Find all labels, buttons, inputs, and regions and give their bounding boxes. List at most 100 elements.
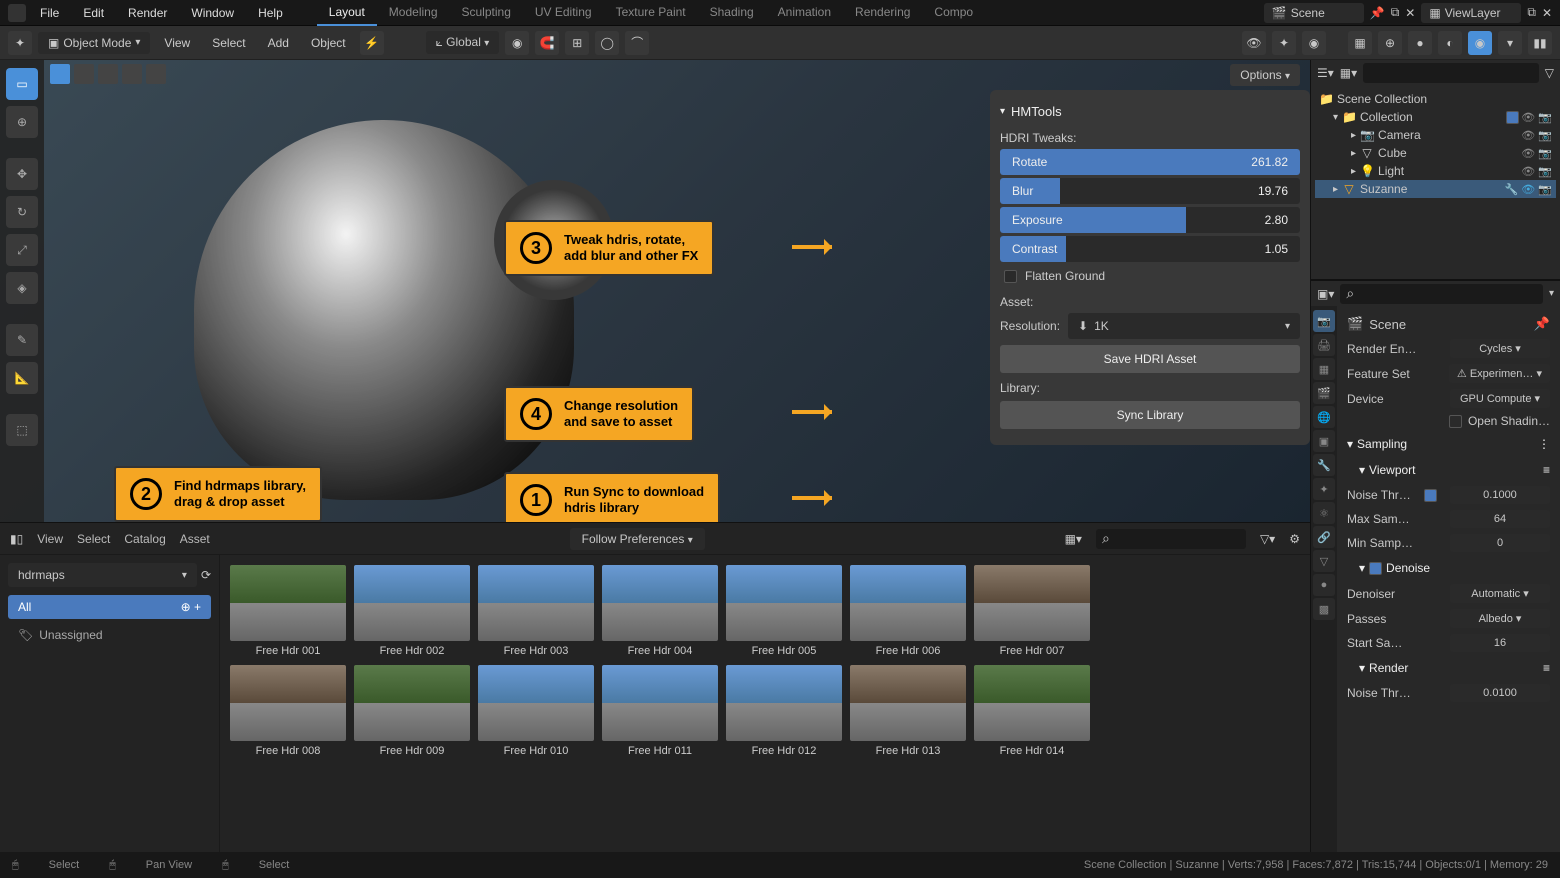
sampling-panel-header[interactable]: ▾ Sampling⋮ bbox=[1343, 431, 1554, 457]
asset-item[interactable]: Free Hdr 006 bbox=[850, 565, 966, 657]
menu-view[interactable]: View bbox=[156, 32, 198, 54]
shading-matprev-icon[interactable]: ◐ bbox=[1438, 31, 1462, 55]
material-tab-icon[interactable]: ● bbox=[1313, 574, 1335, 596]
min-samples-input[interactable]: 0 bbox=[1450, 534, 1550, 552]
asset-item[interactable]: Free Hdr 012 bbox=[726, 665, 842, 757]
tab-rendering[interactable]: Rendering bbox=[843, 0, 922, 26]
add-cube-tool-icon[interactable]: ⬚ bbox=[6, 414, 38, 446]
menu-render[interactable]: Render bbox=[118, 2, 177, 24]
library-selector[interactable]: hdrmaps ▾ bbox=[8, 563, 197, 587]
overlay-icon[interactable]: ◉ bbox=[1302, 31, 1326, 55]
settings-icon[interactable]: ⚙ bbox=[1289, 532, 1300, 546]
denoiser-dropdown[interactable]: Automatic ▾ bbox=[1450, 584, 1550, 603]
object-tab-icon[interactable]: ▣ bbox=[1313, 430, 1335, 452]
proportional-falloff-icon[interactable]: ⌒ bbox=[625, 31, 649, 55]
denoise-panel-header[interactable]: ▾ Denoise bbox=[1343, 555, 1554, 581]
menu-object[interactable]: Object bbox=[303, 32, 354, 54]
editor-type-icon[interactable]: ☰▾ bbox=[1317, 66, 1334, 80]
scene-selector[interactable]: 🎬 Scene bbox=[1264, 3, 1364, 23]
copy-icon[interactable]: ⧉ bbox=[1527, 5, 1536, 20]
select-mode-icon[interactable] bbox=[122, 64, 142, 84]
asset-item[interactable]: Free Hdr 011 bbox=[602, 665, 718, 757]
search-input[interactable] bbox=[1096, 529, 1246, 549]
close-icon[interactable]: ✕ bbox=[1405, 6, 1415, 20]
tab-modeling[interactable]: Modeling bbox=[377, 0, 450, 26]
import-method-dropdown[interactable]: Follow Preferences ▾ bbox=[570, 528, 705, 550]
tab-animation[interactable]: Animation bbox=[766, 0, 843, 26]
texture-tab-icon[interactable]: ▩ bbox=[1313, 598, 1335, 620]
menu-catalog[interactable]: Catalog bbox=[124, 532, 165, 546]
xray-icon[interactable]: ▦ bbox=[1348, 31, 1372, 55]
editor-type-icon[interactable]: ▮▯ bbox=[10, 532, 23, 546]
device-dropdown[interactable]: GPU Compute ▾ bbox=[1450, 389, 1550, 408]
viewport-panel-header[interactable]: ▾ Viewport≡ bbox=[1343, 457, 1554, 483]
menu-select[interactable]: Select bbox=[204, 32, 253, 54]
asset-item[interactable]: Free Hdr 003 bbox=[478, 565, 594, 657]
asset-item[interactable]: Free Hdr 002 bbox=[354, 565, 470, 657]
copy-icon[interactable]: ⧉ bbox=[1391, 5, 1400, 20]
scale-tool-icon[interactable]: ⤢ bbox=[6, 234, 38, 266]
menu-file[interactable]: File bbox=[30, 2, 69, 24]
tab-texture-paint[interactable]: Texture Paint bbox=[604, 0, 698, 26]
resolution-dropdown[interactable]: ⬇ 1K ▾ bbox=[1068, 313, 1300, 339]
catalog-all[interactable]: All ⊕ + bbox=[8, 595, 211, 619]
orientation-selector[interactable]: ⟀ Global ▾ bbox=[426, 31, 500, 54]
filter-icon[interactable]: ▽▾ bbox=[1260, 532, 1275, 546]
pivot-icon[interactable]: ◉ bbox=[505, 31, 529, 55]
asset-item[interactable]: Free Hdr 010 bbox=[478, 665, 594, 757]
outliner-scene-collection[interactable]: 📁 Scene Collection bbox=[1315, 90, 1556, 108]
select-mode-icon[interactable] bbox=[146, 64, 166, 84]
menu-add[interactable]: Add bbox=[260, 32, 297, 54]
asset-item[interactable]: Free Hdr 005 bbox=[726, 565, 842, 657]
shading-wireframe-icon[interactable]: ⊕ bbox=[1378, 31, 1402, 55]
menu-asset[interactable]: Asset bbox=[180, 532, 210, 546]
checkbox-icon[interactable] bbox=[1424, 489, 1437, 502]
search-input[interactable] bbox=[1363, 63, 1539, 83]
asset-item[interactable]: Free Hdr 001 bbox=[230, 565, 346, 657]
contrast-slider[interactable]: Contrast 1.05 bbox=[1000, 236, 1300, 262]
asset-item[interactable]: Free Hdr 007 bbox=[974, 565, 1090, 657]
data-tab-icon[interactable]: ▽ bbox=[1313, 550, 1335, 572]
tab-compositing[interactable]: Compo bbox=[922, 0, 985, 26]
checkbox-icon[interactable] bbox=[1449, 415, 1462, 428]
transform-tool-icon[interactable]: ◈ bbox=[6, 272, 38, 304]
filter-icon[interactable]: ▽ bbox=[1545, 66, 1554, 80]
blur-slider[interactable]: Blur 19.76 bbox=[1000, 178, 1300, 204]
viewlayer-tab-icon[interactable]: ▦ bbox=[1313, 358, 1335, 380]
rotate-tool-icon[interactable]: ↻ bbox=[6, 196, 38, 228]
shading-solid-icon[interactable]: ● bbox=[1408, 31, 1432, 55]
close-icon[interactable]: ✕ bbox=[1542, 6, 1552, 20]
physics-tab-icon[interactable]: ⚛ bbox=[1313, 502, 1335, 524]
search-input[interactable] bbox=[1340, 284, 1543, 304]
checkbox-icon[interactable] bbox=[1506, 111, 1519, 124]
pin-icon[interactable]: 📌 bbox=[1534, 316, 1550, 332]
shading-options-icon[interactable]: ▾ bbox=[1498, 31, 1522, 55]
blender-logo-icon[interactable] bbox=[8, 4, 26, 22]
options-icon[interactable]: ▾ bbox=[1549, 288, 1554, 299]
pin-icon[interactable]: 📌 bbox=[1370, 6, 1385, 20]
asset-item[interactable]: Free Hdr 014 bbox=[974, 665, 1090, 757]
menu-view[interactable]: View bbox=[37, 532, 63, 546]
move-tool-icon[interactable]: ✥ bbox=[6, 158, 38, 190]
save-hdri-asset-button[interactable]: Save HDRI Asset bbox=[1000, 345, 1300, 373]
select-box-tool-icon[interactable]: ▭ bbox=[6, 68, 38, 100]
outliner-item-light[interactable]: ▸ 💡 Light 👁 📷 bbox=[1315, 162, 1556, 180]
tab-sculpting[interactable]: Sculpting bbox=[450, 0, 523, 26]
panel-header[interactable]: ▾ HMTools bbox=[1000, 100, 1300, 123]
noise-threshold-input[interactable]: 0.0100 bbox=[1450, 684, 1550, 702]
outliner-item-suzanne[interactable]: ▸ ▽ Suzanne 🔧 👁 📷 bbox=[1315, 180, 1556, 198]
rotate-slider[interactable]: Rotate 261.82 bbox=[1000, 149, 1300, 175]
visibility-icon[interactable]: 👁 bbox=[1242, 31, 1266, 55]
flatten-ground-checkbox[interactable]: Flatten Ground bbox=[1000, 265, 1300, 287]
snap-icon[interactable]: 🧲 bbox=[535, 31, 559, 55]
output-tab-icon[interactable]: 🖨 bbox=[1313, 334, 1335, 356]
gizmo-icon[interactable]: ✦ bbox=[1272, 31, 1296, 55]
tab-shading[interactable]: Shading bbox=[698, 0, 766, 26]
pause-icon[interactable]: ▮▮ bbox=[1528, 31, 1552, 55]
max-samples-input[interactable]: 64 bbox=[1450, 510, 1550, 528]
feature-set-dropdown[interactable]: ⚠ Experimen… ▾ bbox=[1449, 364, 1550, 383]
particles-tab-icon[interactable]: ✦ bbox=[1313, 478, 1335, 500]
cursor-tool-icon[interactable]: ⊕ bbox=[6, 106, 38, 138]
asset-item[interactable]: Free Hdr 009 bbox=[354, 665, 470, 757]
tab-uv-editing[interactable]: UV Editing bbox=[523, 0, 604, 26]
